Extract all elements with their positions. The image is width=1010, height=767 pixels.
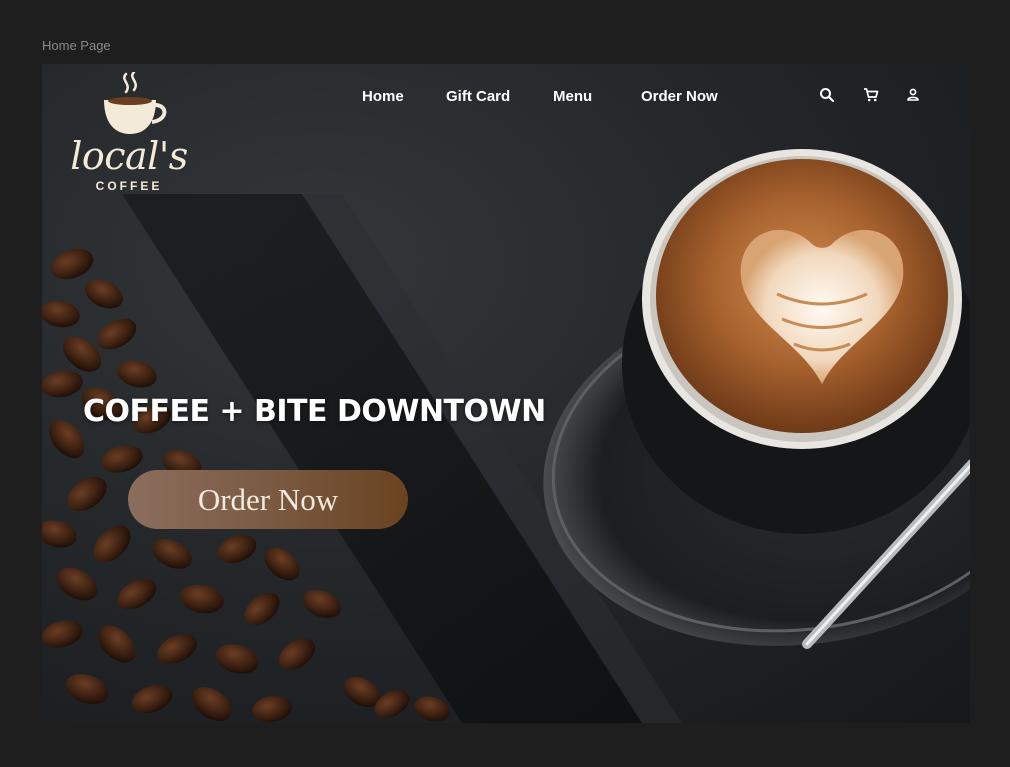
frame-label: Home Page <box>42 38 111 53</box>
brand-wordmark: local's <box>70 134 188 178</box>
nav-item-menu[interactable]: Menu <box>553 88 592 105</box>
hero-headline: COFFEE + BITE DOWNTOWN <box>83 394 546 429</box>
main-navigation: Home Gift Card Menu Order Now <box>42 88 970 112</box>
nav-item-home[interactable]: Home <box>362 88 404 105</box>
hero-section: local's COFFEE Home Gift Card Menu Order… <box>42 64 970 723</box>
order-now-button[interactable]: Order Now <box>128 470 408 529</box>
nav-item-gift-card[interactable]: Gift Card <box>446 88 510 105</box>
cart-icon[interactable] <box>862 86 880 104</box>
user-icon[interactable] <box>904 86 922 104</box>
brand-subtitle: COFFEE <box>95 179 163 193</box>
nav-item-order-now[interactable]: Order Now <box>641 88 718 105</box>
search-icon[interactable] <box>818 86 836 104</box>
